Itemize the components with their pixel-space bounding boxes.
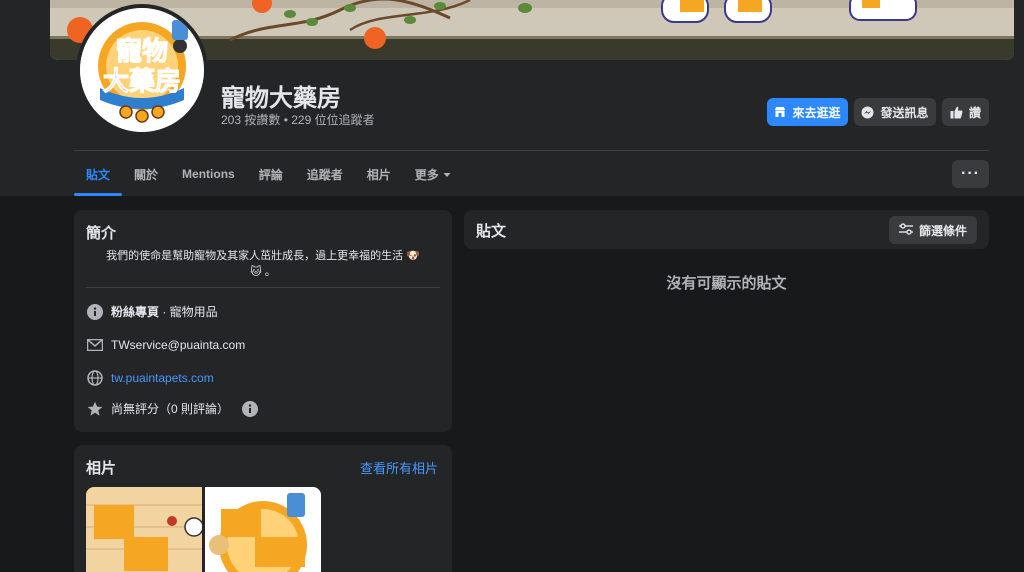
mail-icon — [86, 336, 103, 353]
tab-followers[interactable]: 追蹤者 — [295, 152, 355, 196]
filter-label: 篩選條件 — [918, 223, 967, 238]
globe-icon — [86, 369, 103, 386]
page-title: 寵物大藥房 — [221, 85, 341, 112]
tab-label: Mentions — [182, 167, 235, 181]
tab-photos[interactable]: 相片 — [355, 152, 403, 196]
tab-mentions[interactable]: Mentions — [170, 152, 247, 196]
email-value[interactable]: TWservice@puainta.com — [111, 338, 245, 352]
tab-label: 更多 — [414, 167, 439, 182]
website-row: tw.puaintapets.com — [86, 369, 214, 386]
tab-label: 關於 — [134, 167, 159, 182]
messenger-icon — [861, 106, 874, 119]
intro-title: 簡介 — [86, 225, 117, 242]
posts-title: 貼文 — [476, 223, 507, 240]
sliders-icon — [898, 222, 913, 238]
logo-text-top: 寵物 — [116, 36, 168, 67]
category-label[interactable]: 粉絲專頁 — [111, 305, 159, 319]
photo-thumbnail[interactable] — [86, 487, 202, 572]
see-all-photos-link[interactable]: 查看所有相片 — [360, 458, 438, 477]
posts-header-card: 貼文 篩選條件 沒有可顯示的貼文 — [464, 210, 989, 292]
intro-description: 我們的使命是幫助寵物及其家人茁壯成長，過上更幸福的生活 🐶 🐱 。 — [88, 248, 438, 280]
photo-thumbnail[interactable] — [205, 487, 321, 572]
tab-label: 評論 — [258, 167, 283, 182]
logo-text-bottom: 大藥房 — [103, 67, 181, 97]
caret-down-icon — [443, 167, 451, 181]
intro-divider — [86, 287, 440, 288]
intro-card: 簡介 我們的使命是幫助寵物及其家人茁壯成長，過上更幸福的生活 🐶 🐱 。 粉絲專… — [74, 210, 452, 432]
tab-label: 貼文 — [86, 167, 111, 182]
photos-title: 相片 — [86, 460, 117, 477]
empty-posts-message: 沒有可顯示的貼文 — [666, 275, 787, 292]
tab-label: 相片 — [366, 167, 391, 182]
tab-posts[interactable]: 貼文 — [74, 152, 123, 196]
rating-row: 尚無評分（0 則評論） — [86, 400, 258, 417]
photos-card: 相片 查看所有相片 — [74, 445, 452, 572]
tab-label: 追蹤者 — [306, 167, 343, 182]
tab-reviews[interactable]: 評論 — [247, 152, 295, 196]
store-icon — [774, 106, 786, 118]
star-icon — [86, 400, 103, 417]
more-options-button[interactable]: ··· — [952, 160, 989, 188]
header-divider — [74, 150, 989, 151]
more-options-label: ··· — [961, 165, 980, 182]
intro-description-line: 🐱 。 — [250, 266, 276, 278]
tab-more[interactable]: 更多 — [403, 152, 463, 196]
filter-button[interactable]: 篩選條件 — [888, 216, 977, 244]
send-message-label: 發送訊息 — [880, 105, 929, 120]
category-value: · 寵物用品 — [159, 305, 218, 319]
email-row: TWservice@puainta.com — [86, 336, 245, 353]
page-tabs: 貼文 關於 Mentions 評論 追蹤者 相片 更多 — [74, 152, 463, 196]
like-button[interactable]: 讚 — [942, 98, 989, 126]
page-stats[interactable]: 203 按讚數 • 229 位位追蹤者 — [221, 111, 375, 128]
category-row: 粉絲專頁 · 寵物用品 — [86, 303, 218, 320]
website-link[interactable]: tw.puaintapets.com — [111, 371, 214, 385]
tab-about[interactable]: 關於 — [122, 152, 170, 196]
shop-button-label: 來去逛逛 — [792, 105, 841, 120]
rating-value: 尚無評分（0 則評論） — [111, 402, 230, 416]
info-icon — [86, 303, 103, 320]
shop-button[interactable]: 來去逛逛 — [767, 98, 848, 126]
profile-picture[interactable]: 寵物 大藥房 — [76, 4, 208, 136]
intro-description-line: 我們的使命是幫助寵物及其家人茁壯成長，過上更幸福的生活 🐶 — [106, 250, 420, 262]
like-label: 讚 — [968, 105, 981, 120]
info-circle-icon[interactable] — [241, 400, 258, 417]
thumbs-up-icon — [950, 106, 963, 119]
send-message-button[interactable]: 發送訊息 — [854, 98, 936, 126]
